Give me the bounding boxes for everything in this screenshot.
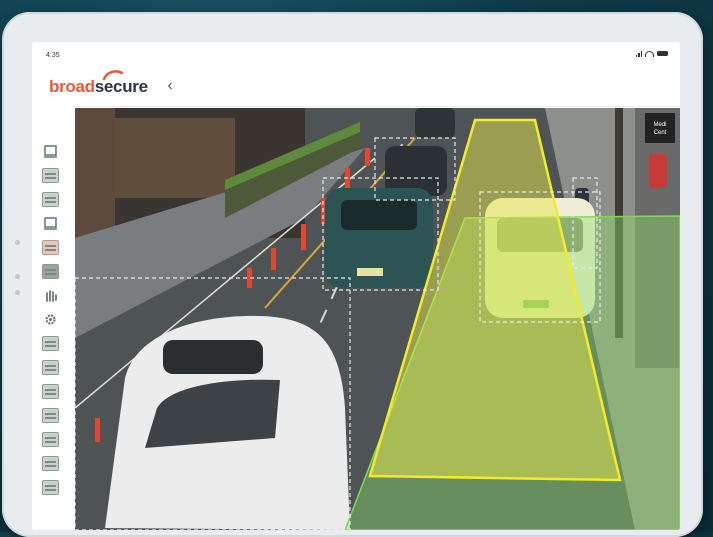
street-sign [645,113,675,143]
tool-settings[interactable] [42,312,59,327]
street-sign-text: Cent [654,130,667,136]
tool-grid-6[interactable] [42,360,59,375]
hand-icon [46,290,57,302]
status-icons [635,50,668,57]
car-white-sunroof [163,340,263,374]
back-button[interactable]: ‹ [160,76,180,96]
tool-grid-2[interactable] [42,192,59,207]
brand-part-broad: broad [49,77,95,96]
camera-scene: Medi Cent [75,108,680,530]
tool-grid-9[interactable] [42,432,59,447]
wifi-icon [645,50,654,57]
tablet-camera-dot [15,240,20,245]
tool-sidebar [32,106,72,530]
car-teal-plate [357,268,383,276]
battery-icon [657,51,668,56]
car-distant [415,108,455,138]
tool-grid-1[interactable] [42,168,59,183]
tool-grid-4[interactable] [42,264,59,279]
region-draw-icon [44,145,57,158]
street-sign-text: Medi [653,122,666,128]
car-teal-windshield [341,200,417,230]
signal-icon [635,50,642,57]
tool-gesture[interactable] [42,288,59,303]
gear-icon [45,314,56,325]
chevron-left-icon: ‹ [167,77,173,94]
brand-logo: broadsecure [49,77,148,97]
tool-region-draw[interactable] [42,144,59,159]
tool-grid-8[interactable] [42,408,59,423]
tool-grid-10[interactable] [42,456,59,471]
pedestrian-red [649,154,667,188]
tool-grid-5[interactable] [42,336,59,351]
status-time: 4:35 [46,52,60,59]
tool-grid-7[interactable] [42,384,59,399]
status-bar: 4:35 [32,42,680,68]
shop-window [115,118,235,198]
tablet-sensor-dot [15,290,20,295]
region-draw-icon [44,217,57,230]
tool-grid-11[interactable] [42,480,59,495]
brand-part-secure: secure [94,77,148,96]
app-header: broadsecure ‹ [32,68,680,107]
tool-grid-3[interactable] [42,240,59,255]
tablet-sensor-dot [15,274,20,279]
camera-feed[interactable]: Medi Cent [75,108,680,530]
tablet-screen: 4:35 broadsecure ‹ Medi Cent [32,42,680,530]
tool-region-draw-2[interactable] [42,216,59,231]
tablet-frame: 4:35 broadsecure ‹ Medi Cent [2,12,703,537]
